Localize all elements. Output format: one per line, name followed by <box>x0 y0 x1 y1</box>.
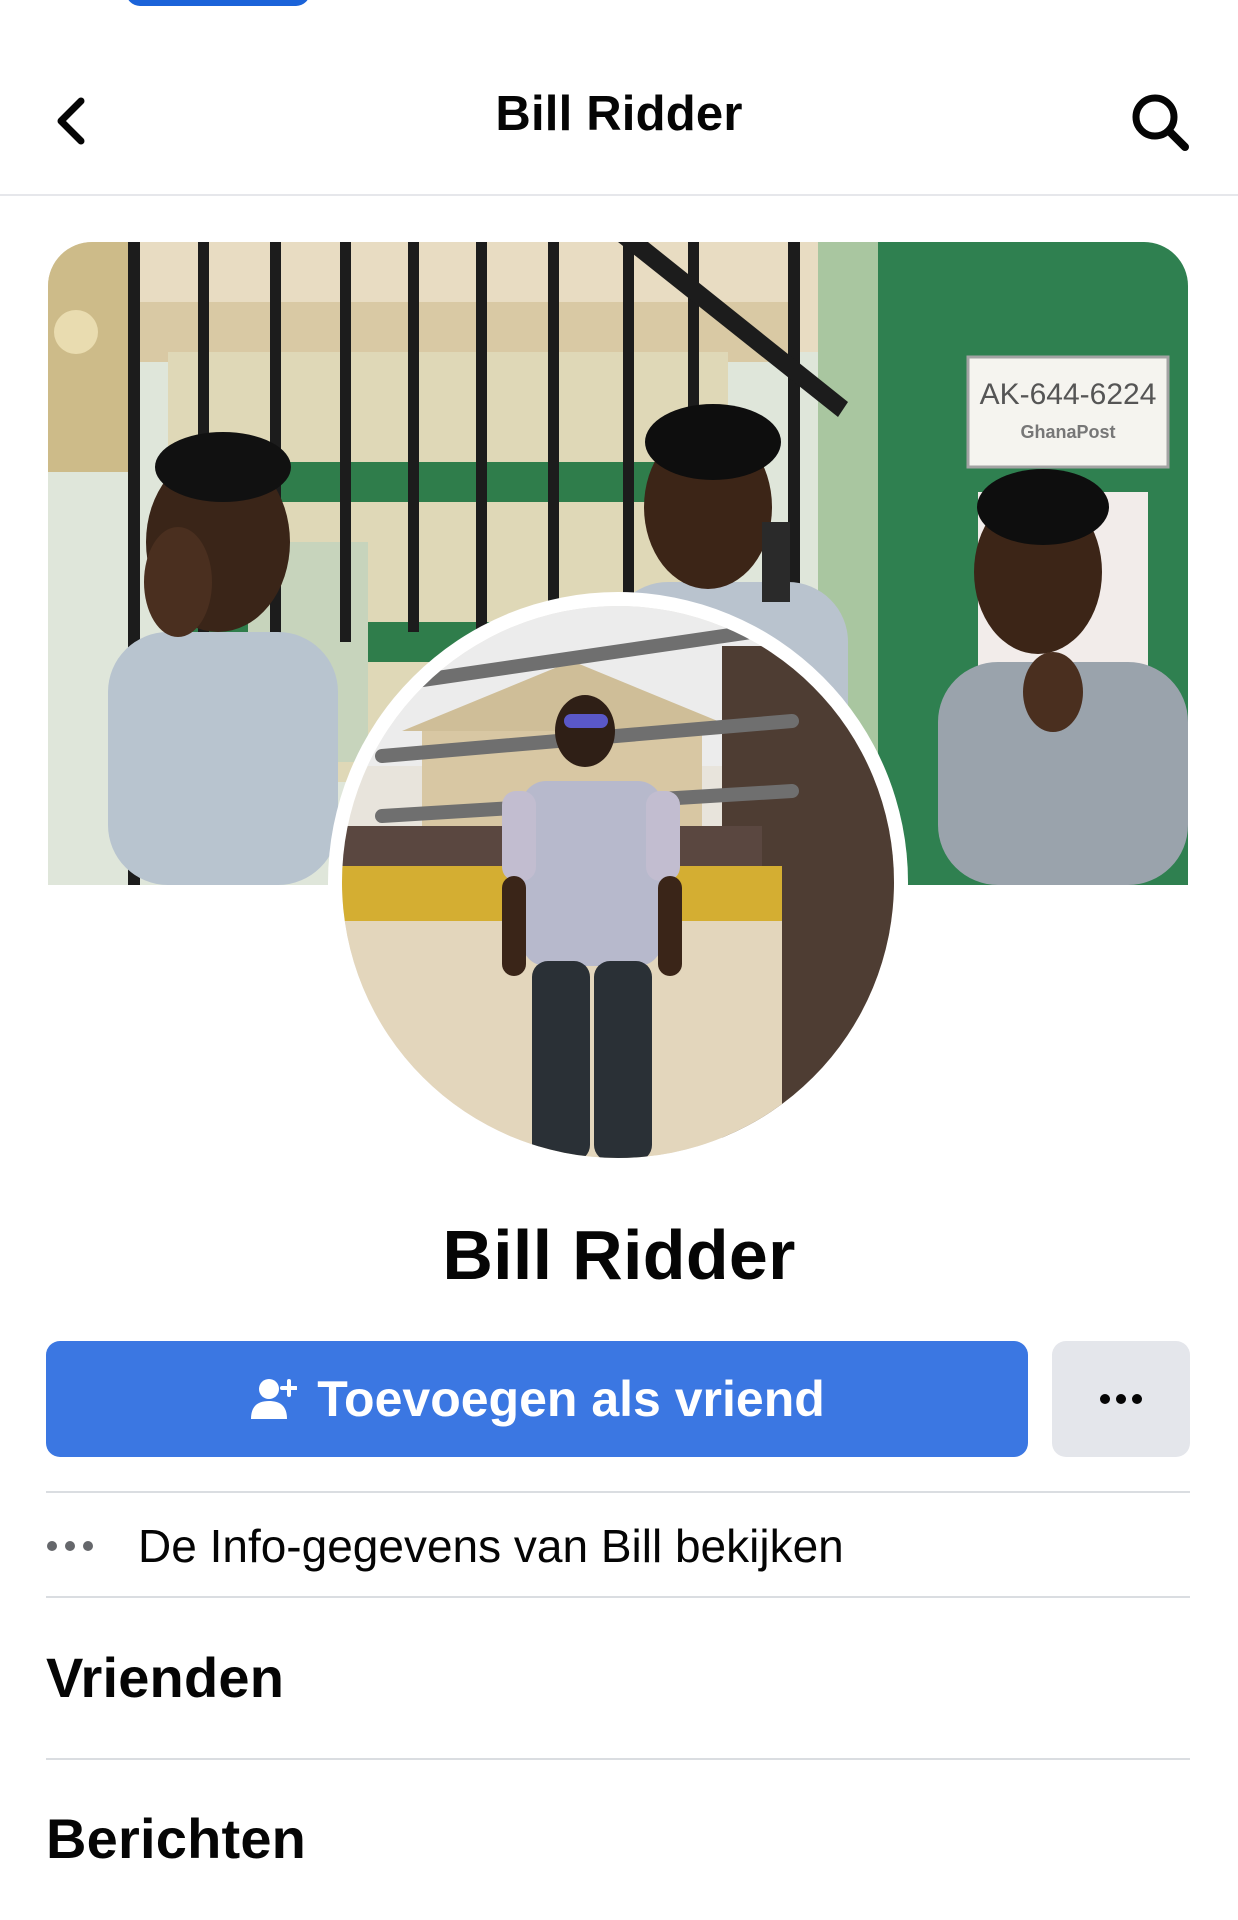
more-dots-icon <box>46 1540 138 1552</box>
search-button[interactable] <box>1122 84 1198 160</box>
more-dots-icon <box>1100 1394 1142 1404</box>
divider <box>46 1491 1190 1493</box>
person-add-icon <box>249 1375 298 1423</box>
view-info-label: De Info-gegevens van Bill bekijken <box>138 1520 844 1572</box>
profile-name: Bill Ridder <box>442 1216 796 1294</box>
view-info-row[interactable]: De Info-gegevens van Bill bekijken <box>46 1495 1190 1597</box>
top-navigation-bar: Bill Ridder <box>0 50 1238 196</box>
add-friend-label: Toevoegen als vriend <box>317 1371 825 1427</box>
profile-picture[interactable] <box>328 592 908 1172</box>
section-title-friends[interactable]: Vrienden <box>46 1645 284 1710</box>
more-options-button[interactable] <box>1052 1341 1190 1457</box>
status-bar-indicators <box>918 0 1138 4</box>
page-title: Bill Ridder <box>495 87 743 141</box>
sign-number-text: AK-644-6224 <box>980 378 1157 411</box>
divider <box>46 1758 1190 1760</box>
section-title-posts[interactable]: Berichten <box>46 1806 306 1871</box>
search-icon <box>1132 94 1189 151</box>
sign-brand-text: GhanaPost <box>1020 422 1115 442</box>
status-bar-pill <box>126 0 310 6</box>
divider <box>46 1596 1190 1598</box>
add-friend-button[interactable]: Toevoegen als vriend <box>46 1341 1028 1457</box>
